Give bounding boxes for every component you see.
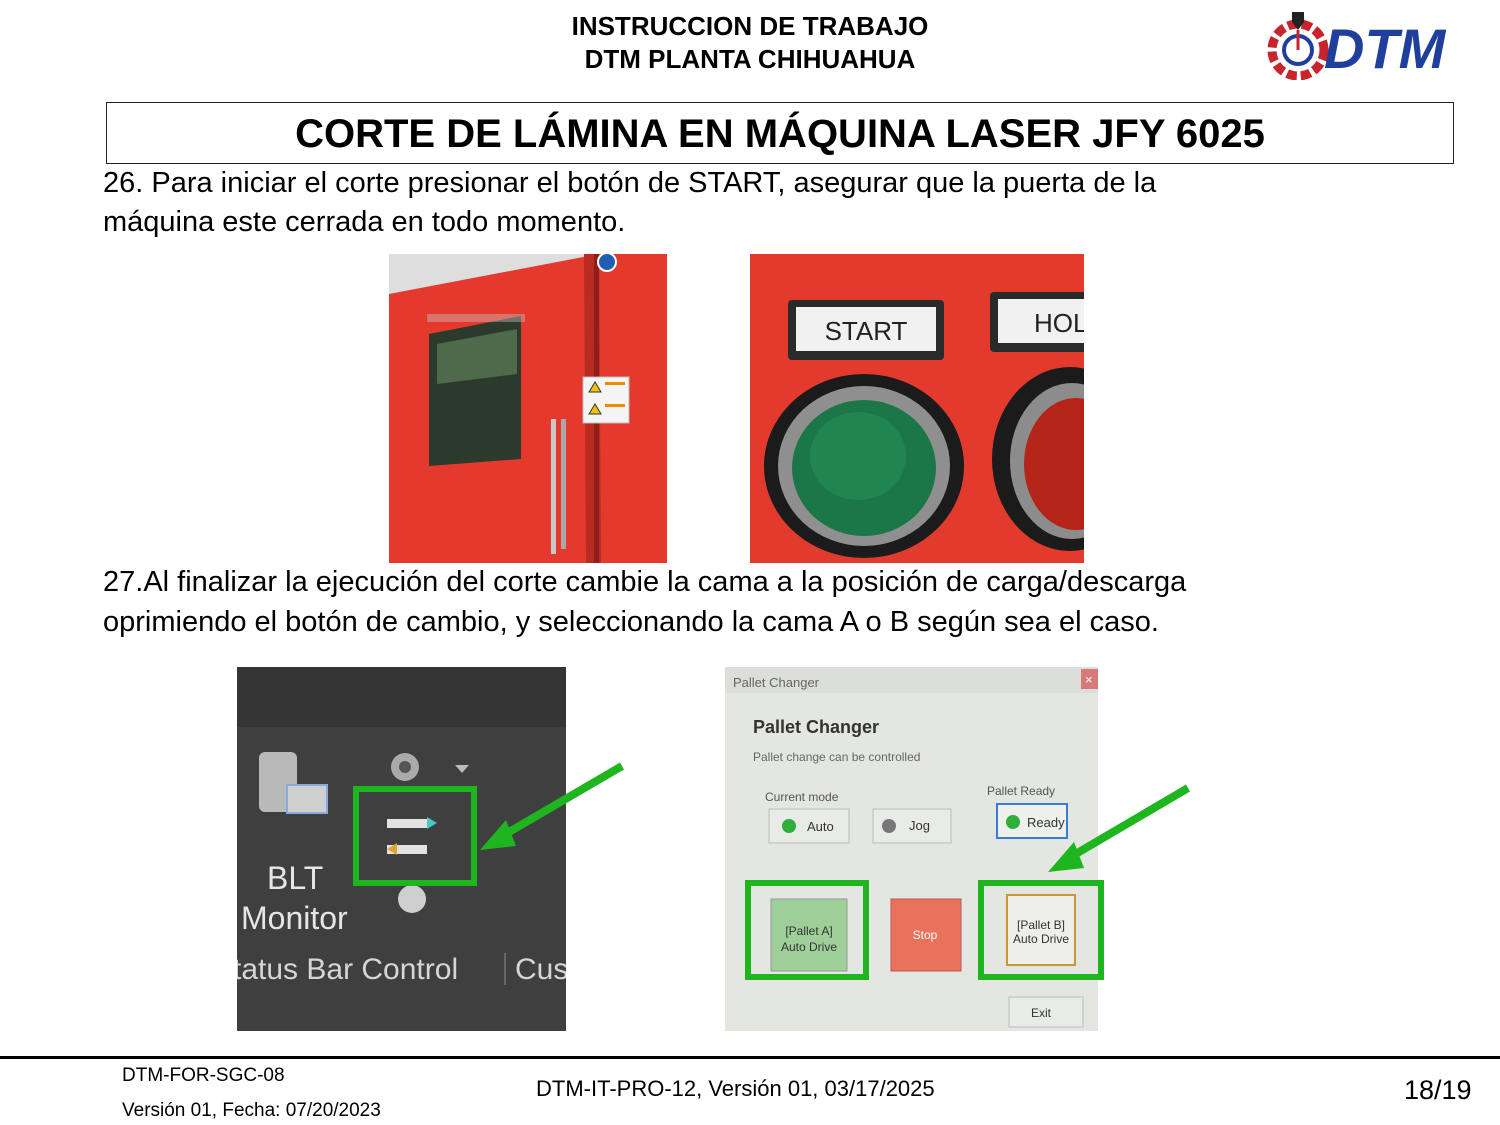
step-26-line-2: máquina este cerrada en todo momento. bbox=[103, 206, 626, 238]
svg-text:Current mode: Current mode bbox=[765, 790, 839, 804]
pallet-a-highlight bbox=[745, 880, 869, 980]
svg-text:Stop: Stop bbox=[913, 928, 938, 942]
green-arrow-left bbox=[480, 762, 625, 850]
page-number: 18/19 bbox=[1404, 1075, 1472, 1105]
step-27-line-1: 27.Al finalizar la ejecución del corte c… bbox=[103, 566, 1187, 598]
form-code: DTM-FOR-SGC-08 bbox=[122, 1065, 285, 1086]
swap-button-highlight bbox=[353, 786, 477, 886]
svg-text:Monitor: Monitor bbox=[241, 900, 348, 936]
document-title: CORTE DE LÁMINA EN MÁQUINA LASER JFY 602… bbox=[295, 112, 1265, 156]
svg-text:Pallet change can be controlle: Pallet change can be controlled bbox=[753, 750, 920, 764]
form-version: Versión 01, Fecha: 07/20/2023 bbox=[122, 1100, 381, 1121]
machine-door-photo bbox=[389, 254, 667, 563]
svg-text:Pallet Changer: Pallet Changer bbox=[753, 717, 879, 737]
document-reference: DTM-IT-PRO-12, Versión 01, 03/17/2025 bbox=[536, 1076, 935, 1101]
pallet-b-highlight bbox=[978, 880, 1104, 980]
svg-text:DTM: DTM bbox=[1324, 17, 1447, 80]
footer-divider bbox=[0, 1056, 1500, 1059]
svg-text:BLT: BLT bbox=[267, 860, 323, 896]
dtm-logo: DTM bbox=[1262, 10, 1484, 81]
svg-text:START: START bbox=[825, 316, 908, 346]
svg-text:Exit: Exit bbox=[1031, 1006, 1052, 1020]
svg-text:Jog: Jog bbox=[909, 818, 930, 833]
svg-text:tatus Bar Control: tatus Bar Control bbox=[237, 953, 458, 986]
svg-text:Auto: Auto bbox=[807, 819, 834, 834]
green-arrow-pallet bbox=[1048, 784, 1191, 872]
svg-text:×: × bbox=[1085, 672, 1093, 687]
start-button-photo: START HOL bbox=[750, 254, 1084, 563]
svg-text:HOL: HOL bbox=[1034, 308, 1084, 338]
svg-text:Pallet Changer: Pallet Changer bbox=[733, 675, 820, 690]
svg-text:Cus: Cus bbox=[515, 953, 566, 986]
step-26-line-1: 26. Para iniciar el corte presionar el b… bbox=[103, 167, 1157, 199]
step-27-line-2: oprimiendo el botón de cambio, y selecci… bbox=[103, 606, 1159, 638]
